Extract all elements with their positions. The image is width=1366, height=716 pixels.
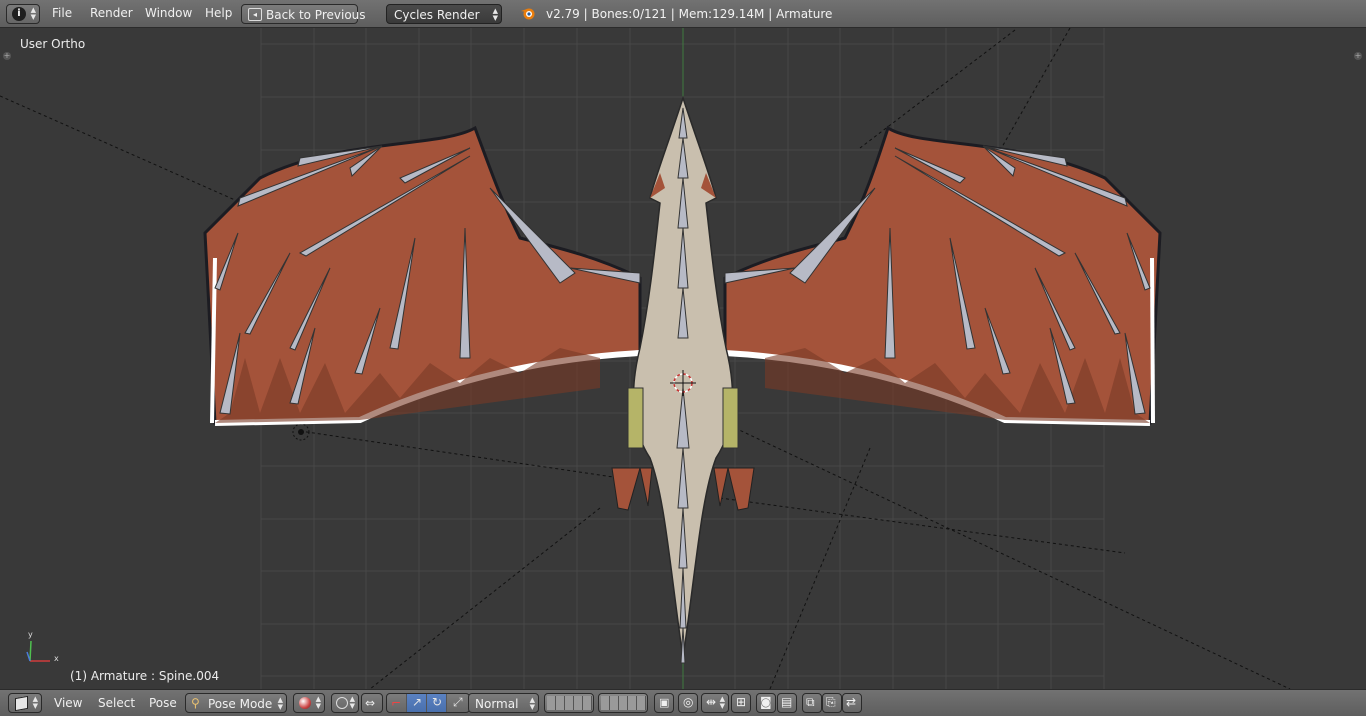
editor-type-button[interactable]: ▲ ▼ [8,693,42,713]
clapper-icon: ▤ [781,695,793,709]
lock-icon: ▣ [659,696,670,709]
left-wing [203,125,642,426]
object-info-label: (1) Armature : Spine.004 [70,669,220,683]
chevron-updown-icon: ▲ ▼ [315,695,321,710]
axis-x-label: x [54,654,59,663]
chevron-updown-icon: ▲ ▼ [719,695,725,710]
render-icon: ◙ [760,695,772,709]
chevron-updown-icon: ▲ ▼ [277,696,283,711]
render-still-button[interactable]: ◙ [756,693,776,713]
cube-icon [15,695,28,712]
layers-icon [547,696,592,710]
copy-pose-button[interactable]: ⧉ [802,693,822,713]
snap-target-button[interactable]: ⊞ [731,693,751,713]
pivot-icon [336,697,348,709]
properties-toggle-icon[interactable]: + [1354,52,1362,60]
scene-stats: v2.79 | Bones:0/121 | Mem:129.14M | Arma… [546,7,833,21]
chevron-updown-icon: ▲ ▼ [492,7,498,22]
translate-manipulator-button[interactable]: ↗ [407,694,427,712]
menu-render[interactable]: Render [90,6,133,20]
viewport-shading-select[interactable]: ▲ ▼ [293,693,325,713]
snap-element-select[interactable]: ⇹ ▲ ▼ [701,693,729,713]
3d-view-header: ▲ ▼ View Select Pose ⚲ Pose Mode ▲ ▼ ▲ ▼ ▲ ▼… [0,689,1366,716]
toolshelf-toggle-icon[interactable]: + [3,52,11,60]
manipulator-icon: ⇔ [365,696,376,710]
info-header: i ▲ ▼ File Render Window Help ◂ Back to P… [0,0,1366,28]
falloff-icon: ◎ [683,695,694,709]
chevron-updown-icon: ▲ ▼ [32,695,38,710]
menu-pose[interactable]: Pose [149,696,177,710]
layers-grid-1[interactable] [544,693,594,713]
shading-sphere-icon [299,697,311,709]
menu-window[interactable]: Window [145,6,192,20]
scale-manipulator-button[interactable]: ⤢ [447,694,469,712]
mode-select[interactable]: ⚲ Pose Mode ▲ ▼ [185,693,287,713]
orientation-label: Normal [475,697,519,711]
blender-logo-icon [520,6,536,21]
lock-layers-button[interactable]: ▣ [654,693,674,713]
manipulator-toggle-button[interactable]: ⌐ [387,694,407,712]
copy-pose-icon: ⧉ [806,695,815,709]
pivot-point-select[interactable]: ▲ ▼ [331,693,359,713]
render-animation-button[interactable]: ▤ [777,693,797,713]
axis-icon: ⌐ [391,696,402,710]
view-name-label: User Ortho [20,37,86,51]
axis-y-label: y [28,630,33,639]
render-engine-label: Cycles Render [394,8,480,22]
snap-target-icon: ⊞ [736,695,747,709]
snap-icon: ⇹ [706,695,717,709]
info-icon: i [12,7,26,21]
right-wing [723,125,1162,426]
paste-pose-icon: ⎘ [826,695,836,709]
mode-label: Pose Mode [208,697,273,711]
chevron-updown-icon: ▲ ▼ [349,695,355,710]
editor-type-button[interactable]: i ▲ ▼ [6,4,40,24]
paste-flipped-icon: ⇄ [846,695,857,709]
back-to-previous-button[interactable]: ◂ Back to Previous [241,4,366,24]
paste-flipped-pose-button[interactable]: ⇄ [842,693,862,713]
scale-icon: ⤢ [453,695,463,709]
pose-mode-icon: ⚲ [191,696,200,710]
rotate-icon: ↻ [432,695,443,709]
layers-icon [601,696,646,710]
3d-viewport[interactable]: User Ortho (1) Armature : Spine.004 y x … [0,28,1366,689]
menu-view[interactable]: View [54,696,82,710]
menu-select[interactable]: Select [98,696,135,710]
viewport-scene [0,28,1291,689]
menu-help[interactable]: Help [205,6,232,20]
render-engine-select[interactable]: Cycles Render ▲ ▼ [386,4,502,24]
chevron-updown-icon: ▲ ▼ [529,696,535,711]
menu-file[interactable]: File [52,6,72,20]
transform-orientation-select[interactable]: Normal ▲ ▼ [468,693,539,713]
transform-manipulators: ⌐ ↗ ↻ ⤢ [386,693,470,713]
layers-grid-2[interactable] [598,693,648,713]
axis-gizmo [26,640,50,662]
back-to-previous-label: Back to Previous [266,8,366,22]
chevron-updown-icon: ▲ ▼ [30,6,36,21]
back-icon: ◂ [248,8,262,21]
proportional-edit-button[interactable]: ⇔ [361,693,383,713]
rotate-manipulator-button[interactable]: ↻ [427,694,447,712]
arrow-icon: ↗ [412,695,423,709]
paste-pose-button[interactable]: ⎘ [822,693,842,713]
proportional-falloff-button[interactable]: ◎ [678,693,698,713]
